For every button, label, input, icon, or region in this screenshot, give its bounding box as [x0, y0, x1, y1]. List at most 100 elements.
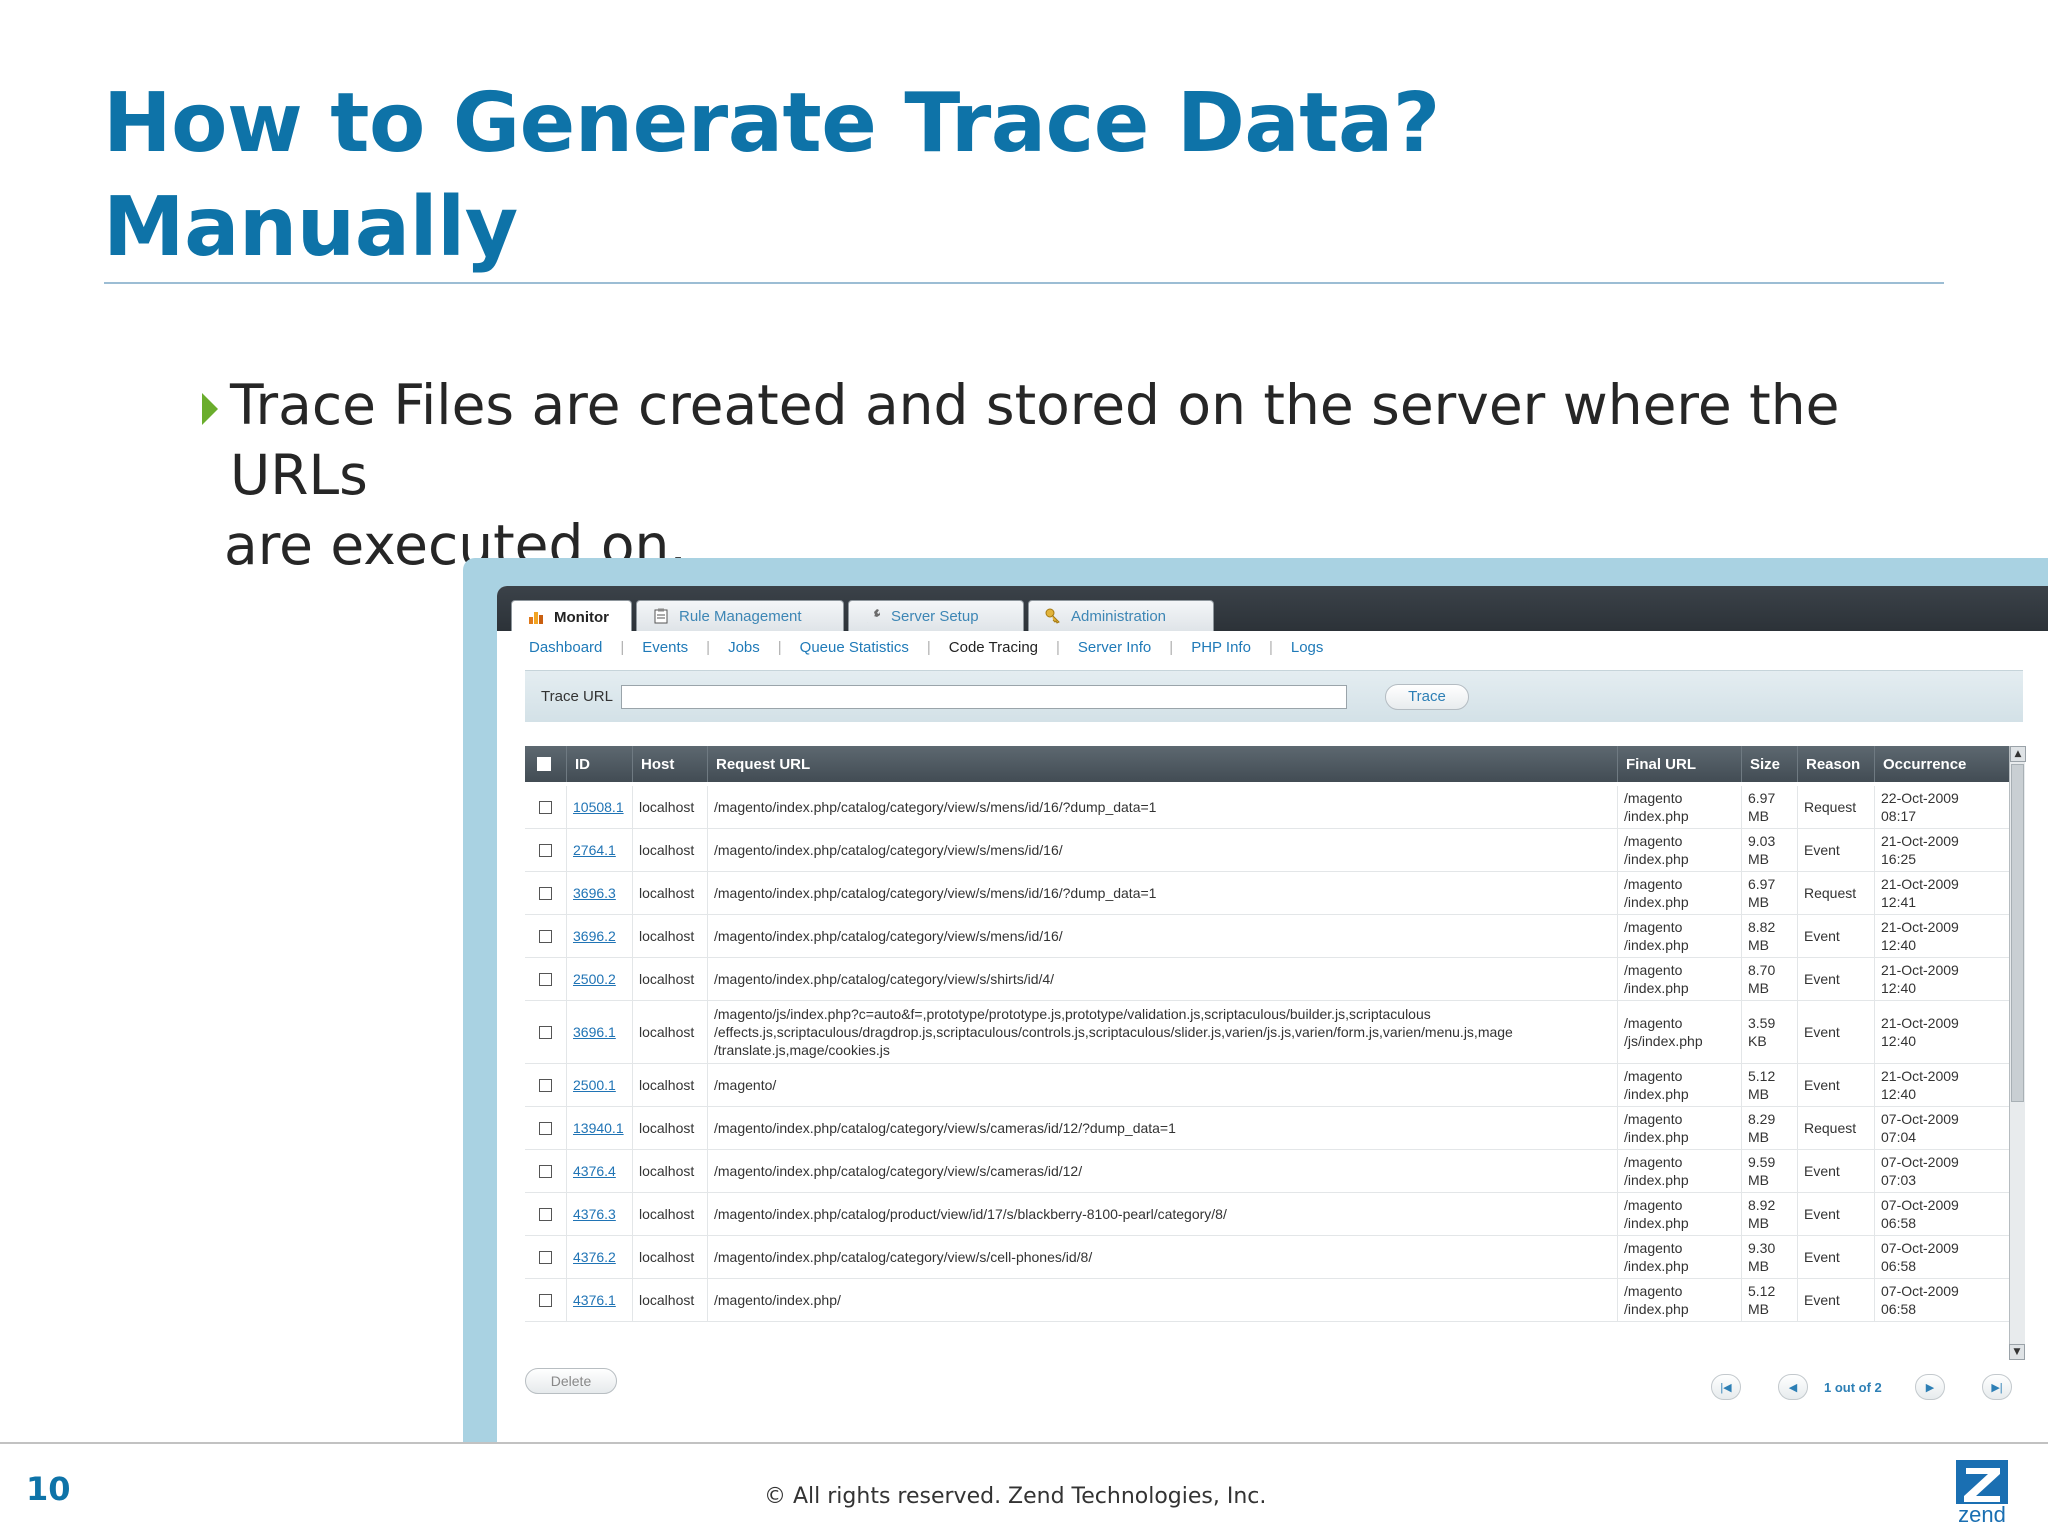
- table-row[interactable]: 3696.1 localhost/magento/js/index.php?c=a…: [525, 1001, 2009, 1064]
- row-final-url-text: /magento /index.php: [1624, 833, 1689, 867]
- tab-monitor[interactable]: Monitor: [511, 600, 632, 633]
- scroll-thumb[interactable]: [2011, 764, 2024, 1102]
- prev-page-icon[interactable]: ◀: [1778, 1374, 1808, 1400]
- tab-rule-management[interactable]: Rule Management: [635, 600, 844, 631]
- row-date: 21-Oct-2009: [1881, 962, 1959, 978]
- subnav-jobs[interactable]: Jobs: [728, 639, 778, 656]
- row-size: 5.12 MB: [1742, 1279, 1798, 1321]
- row-checkbox[interactable]: [539, 1250, 552, 1264]
- row-checkbox[interactable]: [539, 929, 552, 943]
- row-host-text: localhost: [639, 971, 695, 987]
- row-reason-text: Event: [1804, 1249, 1840, 1265]
- row-checkbox[interactable]: [539, 972, 552, 986]
- table-row[interactable]: 4376.3 localhost/magento/index.php/catalo…: [525, 1193, 2009, 1236]
- trace-id-link[interactable]: 4376.3: [573, 1205, 616, 1223]
- traces-table: ID Host Request URL Final URL Size Reaso…: [525, 746, 2026, 1442]
- table-row[interactable]: 2764.1 localhost/magento/index.php/catalo…: [525, 829, 2009, 872]
- zend-logo-text: zend: [1958, 1502, 2006, 1527]
- trace-id-link[interactable]: 4376.4: [573, 1162, 616, 1180]
- row-checkbox[interactable]: [539, 1121, 552, 1135]
- row-checkbox[interactable]: [539, 886, 552, 900]
- row-host-text: localhost: [639, 928, 695, 944]
- header-occurrence[interactable]: Occurrence: [1875, 746, 2009, 782]
- row-host: localhost: [633, 1279, 708, 1321]
- row-final-url: /magento /index.php: [1618, 958, 1742, 1000]
- row-occurrence: 21-Oct-2009 16:25: [1875, 829, 2009, 871]
- row-host-text: localhost: [639, 1120, 695, 1136]
- bullet-line1: Trace Files are created and stored on th…: [230, 373, 1840, 507]
- subnav-events[interactable]: Events: [642, 639, 706, 656]
- header-id[interactable]: ID: [567, 746, 633, 782]
- scroll-down-icon[interactable]: ▼: [2009, 1344, 2025, 1360]
- row-reason: Request: [1798, 872, 1875, 914]
- trace-id-link[interactable]: 3696.1: [573, 1023, 616, 1041]
- row-checkbox[interactable]: [539, 843, 552, 857]
- subnav-server-info[interactable]: Server Info: [1078, 639, 1169, 656]
- page-number: 10: [26, 1470, 71, 1508]
- row-time: 07:04: [1881, 1129, 1917, 1145]
- table-row[interactable]: 3696.2 localhost/magento/index.php/catalo…: [525, 915, 2009, 958]
- trace-id-link[interactable]: 3696.2: [573, 927, 616, 945]
- row-checkbox[interactable]: [539, 1164, 552, 1178]
- subnav-php-info[interactable]: PHP Info: [1191, 639, 1269, 656]
- last-page-icon[interactable]: ▶|: [1982, 1374, 2012, 1400]
- scroll-up-icon[interactable]: ▲: [2010, 746, 2026, 762]
- table-row[interactable]: 3696.3 localhost/magento/index.php/catalo…: [525, 872, 2009, 915]
- row-id: 2500.2: [567, 958, 633, 1000]
- sub-navigation: Dashboard | Events | Jobs | Queue Statistic…: [497, 631, 2048, 663]
- table-row[interactable]: 13940.1 localhost/magento/index.php/catal…: [525, 1107, 2009, 1150]
- delete-button[interactable]: Delete: [525, 1368, 617, 1394]
- monitor-chart-icon: [528, 609, 544, 625]
- header-size[interactable]: Size: [1742, 746, 1798, 782]
- trace-id-link[interactable]: 3696.3: [573, 884, 616, 902]
- table-row[interactable]: 4376.4 localhost/magento/index.php/catalo…: [525, 1150, 2009, 1193]
- subnav-logs[interactable]: Logs: [1291, 639, 1342, 656]
- table-row[interactable]: 2500.1 localhost/magento/ /magento /index.…: [525, 1064, 2009, 1107]
- wrench-icon: [865, 608, 881, 624]
- row-checkbox-cell: [525, 1193, 567, 1235]
- header-request-url[interactable]: Request URL: [708, 746, 1618, 782]
- first-page-icon[interactable]: |◀: [1711, 1374, 1741, 1400]
- trace-id-link[interactable]: 2500.2: [573, 970, 616, 988]
- trace-id-link[interactable]: 4376.1: [573, 1291, 616, 1309]
- tab-administration[interactable]: Administration: [1027, 600, 1214, 631]
- subnav-dashboard[interactable]: Dashboard: [529, 639, 620, 656]
- tab-server-setup[interactable]: Server Setup: [847, 600, 1024, 631]
- slide-title: How to Generate Trace Data? Manually: [103, 72, 1440, 280]
- table-row[interactable]: 10508.1 localhost/magento/index.php/catal…: [525, 786, 2009, 829]
- row-time: 12:40: [1881, 937, 1917, 953]
- row-checkbox[interactable]: [539, 1293, 552, 1307]
- header-reason[interactable]: Reason: [1798, 746, 1875, 782]
- select-all-checkbox[interactable]: [537, 757, 551, 771]
- bullet-point: Trace Files are created and stored on th…: [200, 370, 1920, 580]
- table-scrollbar[interactable]: ▲ ▼: [2009, 746, 2026, 1360]
- trace-id-link[interactable]: 10508.1: [573, 798, 624, 816]
- row-request-url-text: /magento/index.php/catalog/category/view…: [714, 842, 1063, 858]
- subnav-code-tracing[interactable]: Code Tracing: [949, 639, 1056, 656]
- table-row[interactable]: 4376.1 localhost/magento/index.php/ /magen…: [525, 1279, 2009, 1322]
- row-checkbox[interactable]: [539, 800, 552, 814]
- row-final-url: /magento /index.php: [1618, 786, 1742, 828]
- trace-id-link[interactable]: 2500.1: [573, 1076, 616, 1094]
- trace-button[interactable]: Trace: [1384, 683, 1469, 710]
- row-checkbox[interactable]: [539, 1078, 552, 1092]
- row-final-url-text: /magento /index.php: [1624, 1111, 1689, 1145]
- header-final-url[interactable]: Final URL: [1618, 746, 1742, 782]
- trace-id-link[interactable]: 2764.1: [573, 841, 616, 859]
- trace-url-input[interactable]: [620, 684, 1347, 709]
- trace-id-link[interactable]: 13940.1: [573, 1119, 624, 1137]
- row-id: 4376.1: [567, 1279, 633, 1321]
- clipboard-icon: [653, 608, 669, 624]
- header-host[interactable]: Host: [633, 746, 708, 782]
- subnav-queue-statistics[interactable]: Queue Statistics: [800, 639, 927, 656]
- row-size: 5.12 MB: [1742, 1064, 1798, 1106]
- trace-id-link[interactable]: 4376.2: [573, 1248, 616, 1266]
- row-date: 21-Oct-2009: [1881, 1068, 1959, 1084]
- row-checkbox[interactable]: [539, 1207, 552, 1221]
- row-checkbox[interactable]: [539, 1025, 552, 1039]
- key-icon: [1045, 608, 1061, 624]
- row-time: 12:40: [1881, 1033, 1917, 1049]
- table-row[interactable]: 2500.2 localhost/magento/index.php/catalo…: [525, 958, 2009, 1001]
- next-page-icon[interactable]: ▶: [1915, 1374, 1945, 1400]
- table-row[interactable]: 4376.2 localhost/magento/index.php/catalo…: [525, 1236, 2009, 1279]
